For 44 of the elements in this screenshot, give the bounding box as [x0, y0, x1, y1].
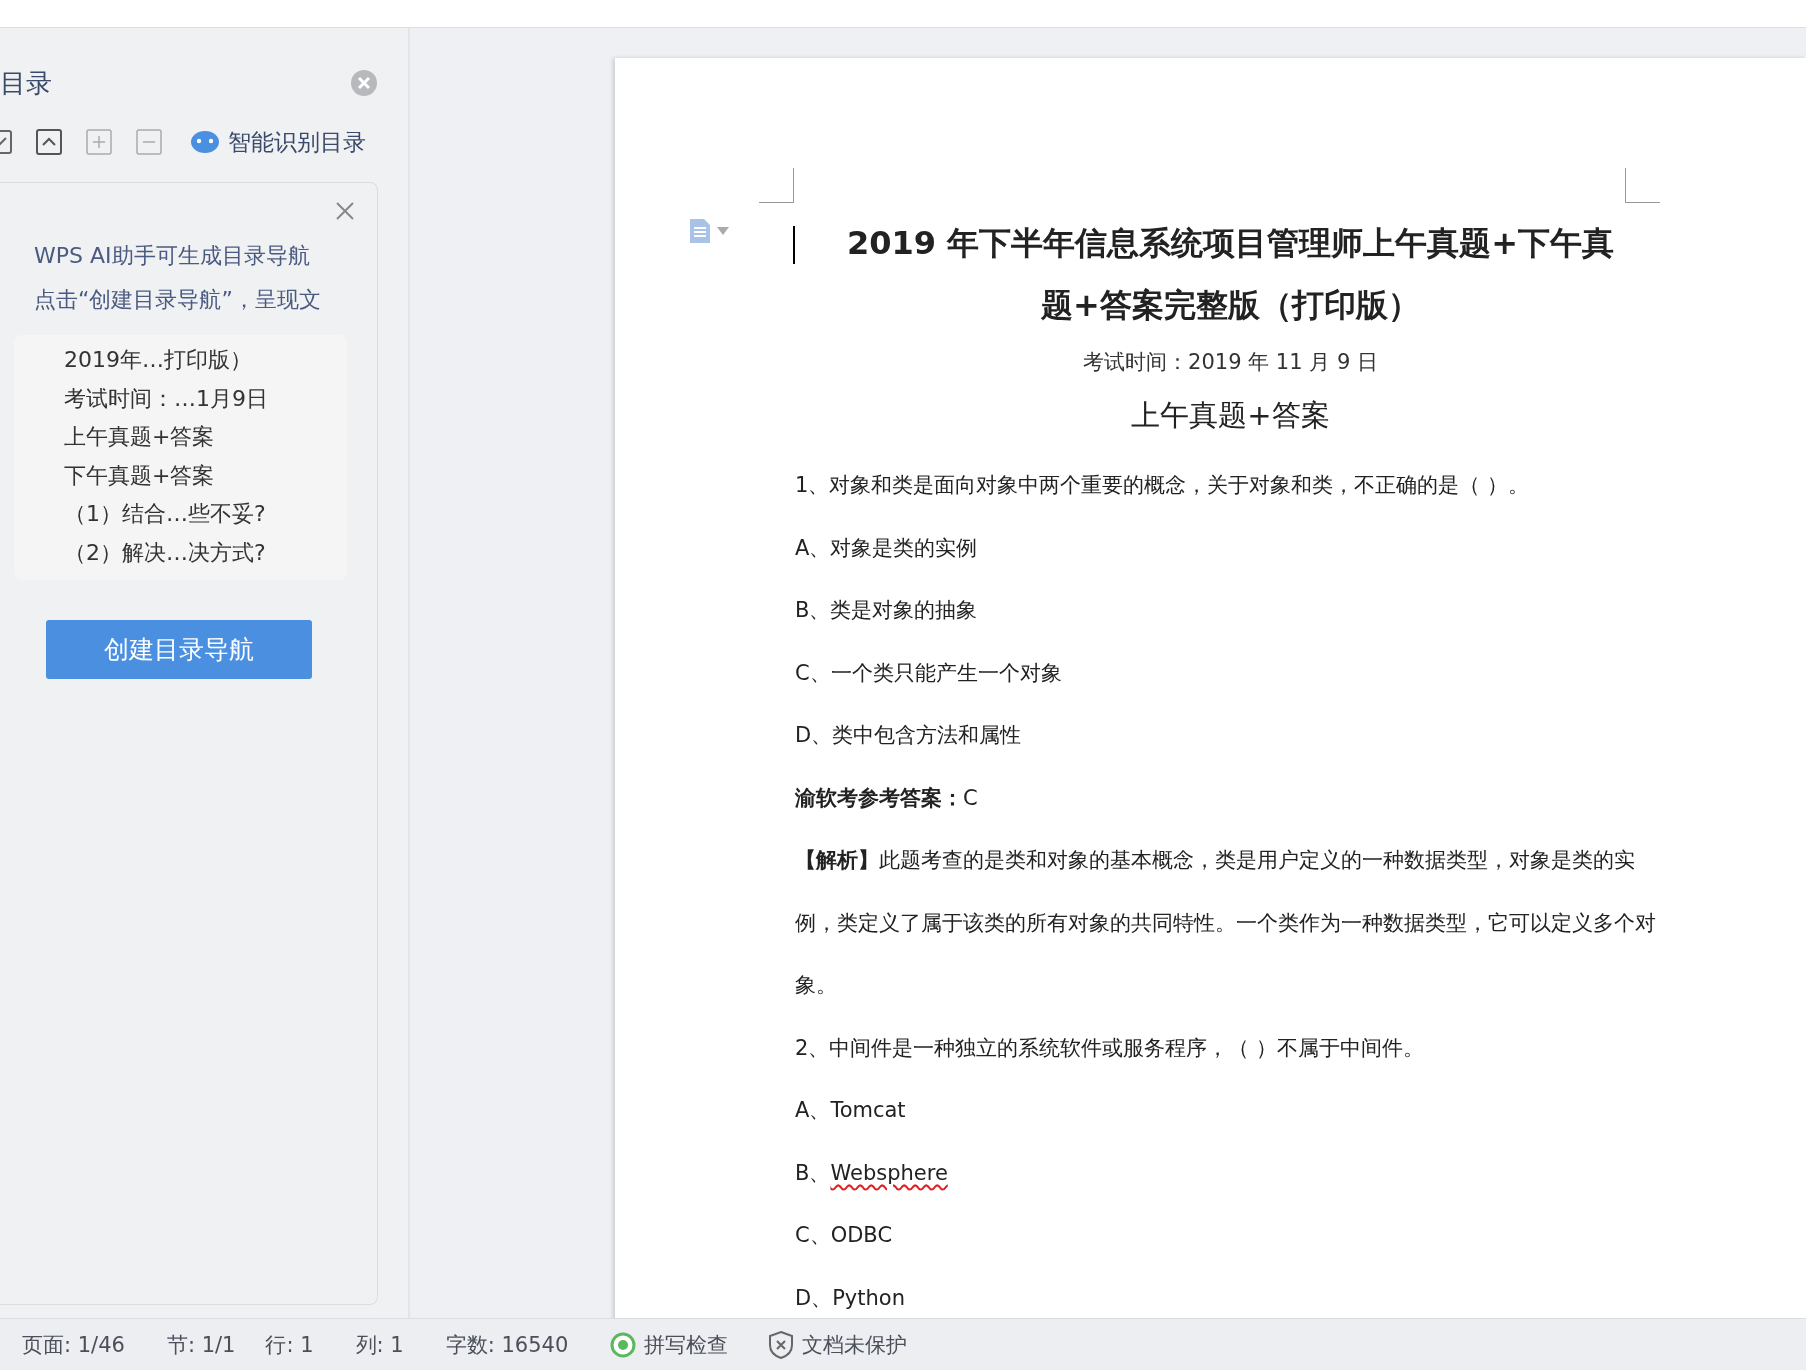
answer-option: C、一个类只能产生一个对象	[795, 641, 1062, 704]
smart-recognize-button[interactable]: 智能识别目录	[190, 126, 366, 158]
margin-corner-mark	[759, 168, 794, 203]
answer-option: D、类中包含方法和属性	[795, 704, 1022, 767]
reference-answer: 渝软考参考答案：C	[795, 784, 978, 812]
status-text: 页面: 1/46	[22, 1331, 125, 1359]
document-title: 2019 年下半年信息系统项目管理师上午真题+下午真题+答案完整版（打印版）	[846, 223, 1615, 326]
section-heading: 上午真题+答案	[1130, 397, 1331, 434]
spell-check-button[interactable]: 拼写检查	[610, 1330, 729, 1359]
close-icon[interactable]	[350, 69, 378, 97]
status-text: 列: 1	[355, 1331, 404, 1359]
margin-corner-mark	[1625, 168, 1660, 203]
toc-item[interactable]: 考试时间：…1月9日	[64, 379, 347, 418]
tip-text: 点击“创建目录导航”，呈现文	[34, 286, 322, 314]
question-text: 2、中间件是一种独立的系统软件或服务程序，（ ）不属于中间件。	[795, 1034, 1425, 1062]
toc-item[interactable]: （2）解决…决方式?	[64, 533, 347, 572]
answer-option: C、ODBC	[795, 1204, 893, 1267]
status-dot-icon	[610, 1331, 637, 1358]
answer-option: A、对象是类的实例	[795, 516, 978, 579]
toc-item[interactable]: （1）结合…些不妥?	[64, 495, 347, 534]
robot-icon	[190, 130, 220, 154]
question-text: 1、对象和类是面向对象中两个重要的概念，关于对象和类，不正确的是（ ）。	[795, 472, 1530, 499]
answer-option: B、Websphere	[795, 1141, 948, 1204]
status-text: 节: 1/1	[166, 1331, 236, 1359]
collapse-minus-icon[interactable]	[136, 129, 162, 155]
analysis-text: 【解析】此题考查的是类和对象的基本概念，类是用户定义的一种数据类型，对象是类的实例，类定义了属于该类的所有对象的共同特性。一个类作为一种数据类型，它可以定义多个对象。	[795, 847, 1657, 999]
document-icon[interactable]	[689, 218, 711, 244]
close-icon[interactable]	[335, 201, 355, 221]
document-protection-button[interactable]: 文档未保护	[768, 1329, 908, 1360]
status-text: 字数: 16540	[445, 1331, 569, 1359]
expand-plus-icon[interactable]	[86, 129, 112, 155]
status-text: 行: 1	[265, 1331, 314, 1359]
caret-icon[interactable]	[717, 227, 729, 235]
shield-icon	[768, 1329, 795, 1360]
answer-option: D、Python	[795, 1266, 905, 1318]
panel-title: 目录	[0, 66, 52, 100]
exam-time: 考试时间：2019 年 11 月 9 日	[1082, 349, 1379, 376]
answer-option: A、Tomcat	[795, 1079, 906, 1142]
tip-text: WPS AI助手可生成目录导航	[34, 242, 311, 270]
collapse-up-icon[interactable]	[36, 129, 62, 155]
answer-option: B、类是对象的抽象	[795, 579, 978, 642]
toc-item[interactable]: 上午真题+答案	[64, 418, 347, 457]
toc-item[interactable]: 下午真题+答案	[64, 456, 347, 495]
toc-item[interactable]: 2019年…打印版）	[64, 341, 347, 380]
